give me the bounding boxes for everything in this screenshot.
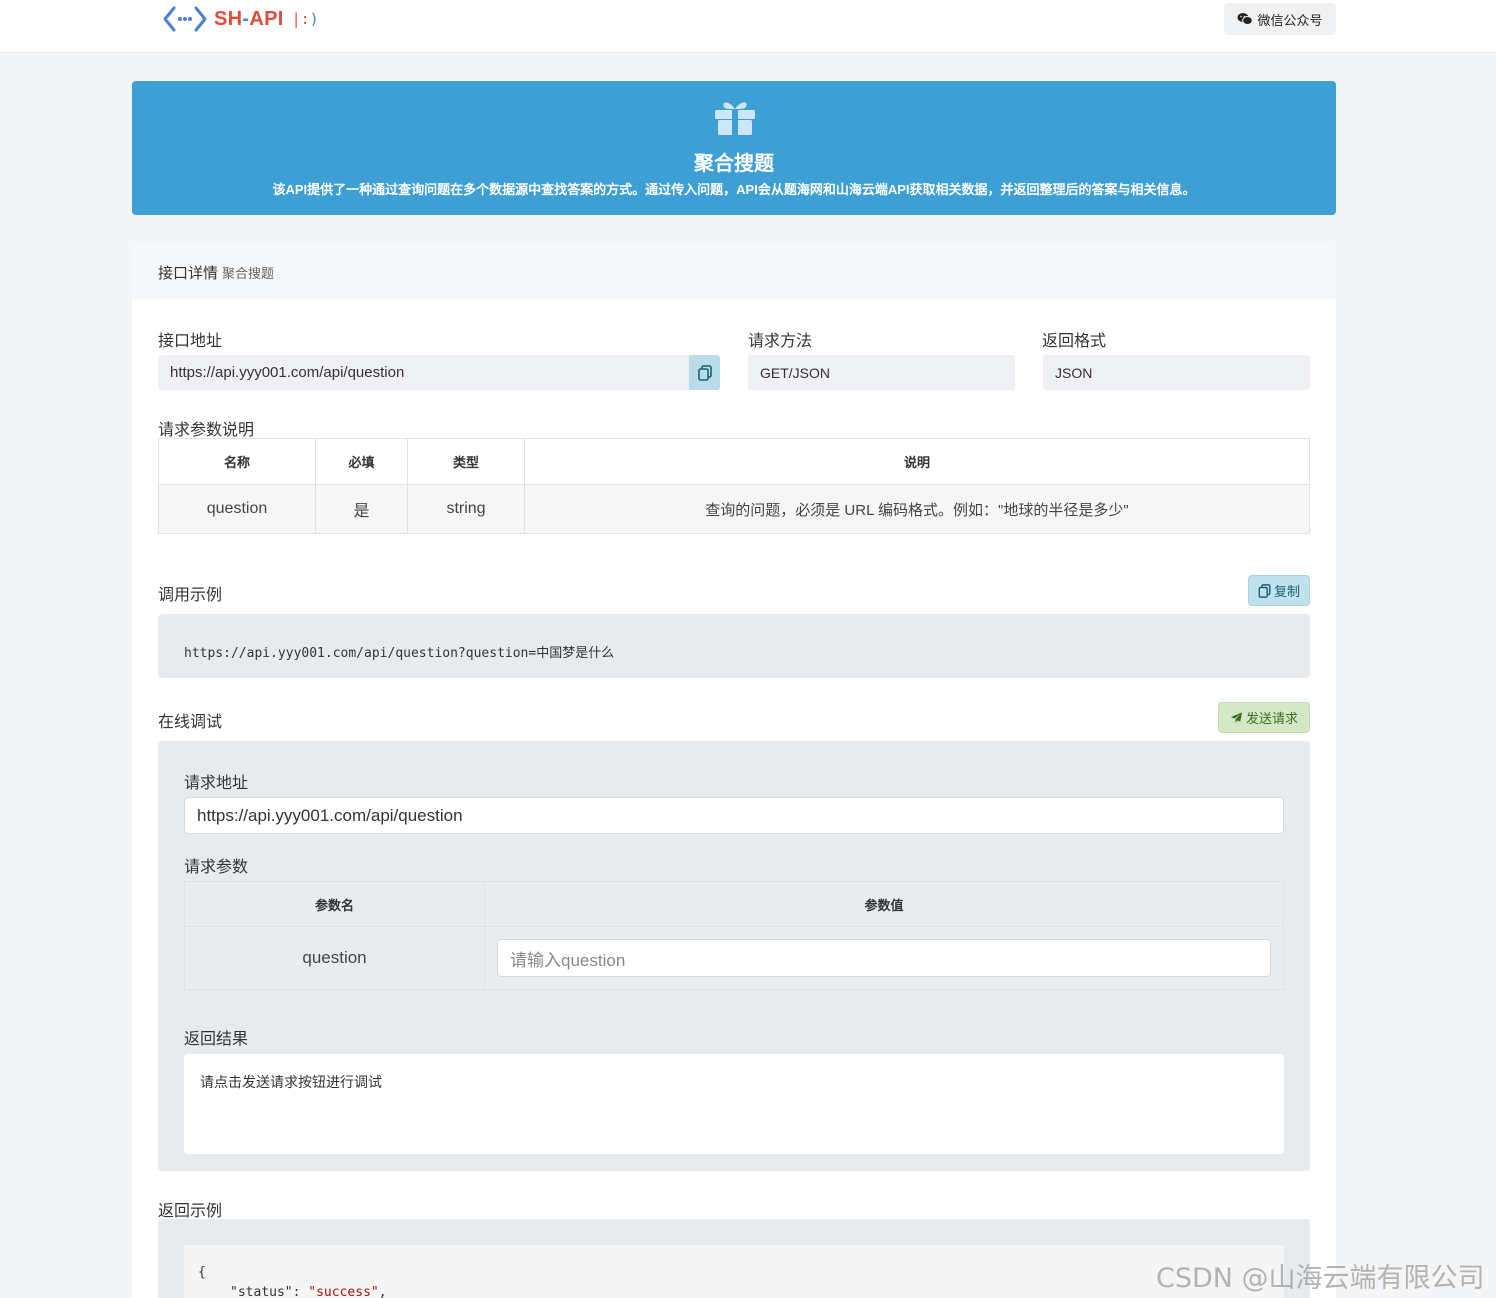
- card-subheading: 聚合搜题: [222, 266, 275, 281]
- send-request-button[interactable]: 发送请求: [1218, 702, 1310, 733]
- code-brackets-icon: [163, 6, 207, 32]
- table-row: question 是 string 查询的问题，必须是 URL 编码格式。例如：…: [158, 484, 1310, 534]
- debug-th-name: 参数名: [184, 881, 485, 927]
- send-request-label: 发送请求: [1245, 711, 1298, 726]
- method-label: 请求方法: [748, 333, 813, 350]
- debug-param-name: question: [184, 926, 485, 990]
- json-sep: :: [292, 1285, 309, 1298]
- params-table-header: 名称 必填 类型 说明: [158, 438, 1310, 485]
- response-example-label: 返回示例: [158, 1203, 223, 1220]
- copy-endpoint-button[interactable]: [689, 355, 720, 390]
- copy-icon: [697, 364, 712, 381]
- result-output: 请点击发送请求按钮进行调试: [184, 1054, 1284, 1154]
- param-name-cell: question: [158, 484, 316, 534]
- format-label: 返回格式: [1042, 333, 1107, 350]
- format-field: JSON: [1043, 355, 1310, 390]
- wechat-button[interactable]: 微信公众号: [1224, 3, 1336, 35]
- param-desc-cell: 查询的问题，必须是 URL 编码格式。例如："地球的半径是多少": [524, 484, 1310, 534]
- method-field: GET/JSON: [748, 355, 1015, 390]
- logo-text: SH-API: [214, 8, 284, 31]
- card-heading: 接口详情: [158, 265, 219, 282]
- banner-description: 该API提供了一种通过查询问题在多个数据源中查找答案的方式。通过传入问题，API…: [272, 182, 1196, 197]
- wechat-label: 微信公众号: [1257, 12, 1323, 28]
- request-url-input[interactable]: https://api.yyy001.com/api/question: [184, 797, 1284, 834]
- api-banner: 聚合搜题 该API提供了一种通过查询问题在多个数据源中查找答案的方式。通过传入问…: [132, 81, 1336, 215]
- logo-mark: |:): [292, 10, 319, 28]
- gift-icon: [715, 102, 755, 135]
- logo-mark-b: ): [309, 10, 319, 28]
- request-url-label: 请求地址: [184, 775, 249, 792]
- card-title: 接口详情 聚合搜题: [158, 262, 274, 283]
- debug-params-table: 参数名 参数值 question 请输入question: [184, 881, 1284, 990]
- code-line: {: [198, 1265, 206, 1280]
- params-th-required: 必填: [315, 438, 408, 485]
- debug-table-header: 参数名 参数值: [184, 881, 1284, 927]
- params-table: 名称 必填 类型 说明 question 是 string 查询的问题，必须是 …: [158, 438, 1310, 534]
- param-required-cell: 是: [315, 484, 408, 534]
- code-line: "status": "success",: [198, 1283, 1270, 1298]
- request-params-label: 请求参数: [184, 859, 249, 876]
- example-code-box: https://api.yyy001.com/api/question?ques…: [158, 614, 1310, 678]
- card-header: 接口详情 聚合搜题: [132, 243, 1336, 299]
- paper-plane-icon: [1230, 711, 1243, 723]
- json-key: "status": [230, 1285, 293, 1298]
- debug-panel: 请求地址 https://api.yyy001.com/api/question…: [158, 741, 1310, 1171]
- wechat-icon: [1237, 13, 1254, 25]
- logo-mark-a: |:: [291, 10, 310, 28]
- result-label: 返回结果: [184, 1031, 249, 1048]
- params-th-name: 名称: [158, 438, 316, 485]
- response-example-code: { "status": "success",: [184, 1245, 1284, 1298]
- debug-label: 在线调试: [158, 714, 223, 731]
- params-th-type: 类型: [407, 438, 525, 485]
- json-value: "success": [308, 1285, 379, 1298]
- copy-example-label: 复制: [1273, 584, 1300, 599]
- param-type-cell: string: [407, 484, 525, 534]
- debug-param-value-cell: 请输入question: [484, 926, 1284, 990]
- question-input[interactable]: 请输入question: [497, 939, 1271, 977]
- response-example-box: { "status": "success",: [158, 1219, 1310, 1298]
- params-th-desc: 说明: [524, 438, 1310, 485]
- top-navbar: SH-API |:) 微信公众号: [0, 0, 1496, 53]
- endpoint-label: 接口地址: [158, 333, 223, 350]
- debug-th-value: 参数值: [484, 881, 1284, 927]
- table-row: question 请输入question: [184, 926, 1284, 990]
- endpoint-field[interactable]: https://api.yyy001.com/api/question: [158, 355, 690, 390]
- json-tail: ,: [378, 1285, 387, 1298]
- watermark: CSDN @山海云端有限公司: [1156, 1263, 1485, 1294]
- params-label: 请求参数说明: [158, 422, 255, 439]
- api-detail-card: 接口详情 聚合搜题 接口地址 https://api.yyy001.com/api…: [132, 243, 1336, 1298]
- example-label: 调用示例: [158, 587, 223, 604]
- logo-api: API: [249, 7, 284, 30]
- banner-title: 聚合搜题: [694, 153, 774, 175]
- site-logo[interactable]: SH-API |:): [162, 4, 319, 34]
- example-code: https://api.yyy001.com/api/question?ques…: [184, 646, 615, 661]
- copy-icon: [1258, 583, 1271, 598]
- logo-sh: SH: [214, 7, 243, 30]
- copy-example-button[interactable]: 复制: [1248, 575, 1310, 606]
